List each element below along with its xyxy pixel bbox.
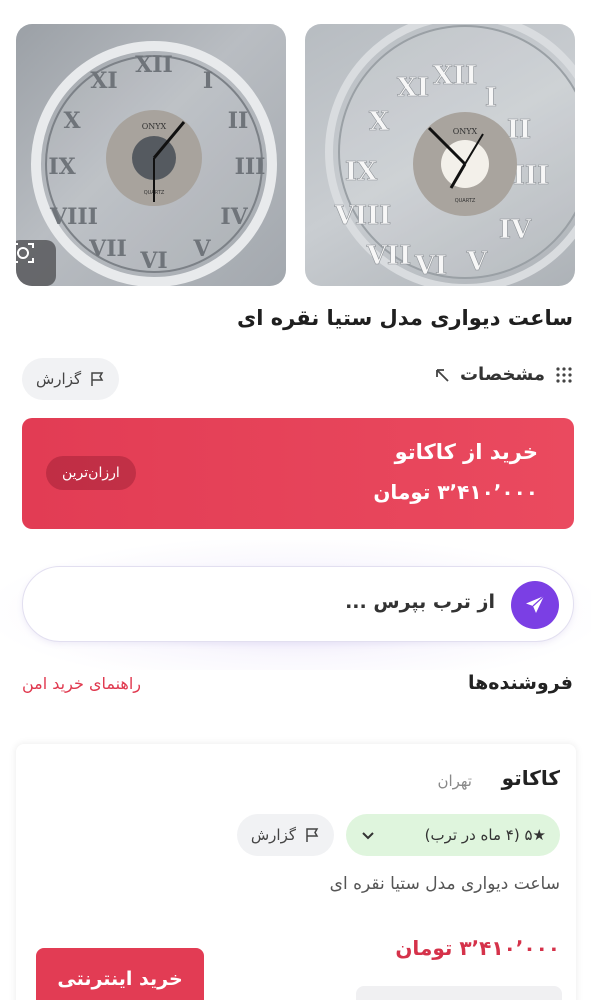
seller-report-button[interactable]: گزارش <box>236 814 334 856</box>
product-title: ساعت دیواری مدل ستیا نقره ای <box>237 306 573 330</box>
svg-text:ONYX: ONYX <box>142 122 167 131</box>
sellers-header: فروشنده‌ها راهنمای خرید امن <box>22 672 573 702</box>
seller-card: کاکاتو تهران ★۵ (۴ ماه در ترب) گزارش ساع… <box>16 744 576 1000</box>
svg-text:VII: VII <box>366 241 412 271</box>
product-actions-row: مشخصات گزارش <box>22 356 573 402</box>
product-image-1[interactable]: XIIIII IIIIVV VIVIIVIII IXXXI ONYX QUART… <box>16 24 286 286</box>
specs-link[interactable]: مشخصات <box>434 364 573 385</box>
svg-text:I: I <box>485 83 497 113</box>
svg-text:VIII: VIII <box>49 204 98 230</box>
svg-text:VI: VI <box>414 251 447 281</box>
svg-text:V: V <box>466 247 488 277</box>
send-button[interactable] <box>511 581 559 629</box>
svg-text:I: I <box>203 68 213 94</box>
clock-photo-right: XIIIII IIIIVV VIVIIVIII IXXXI ONYX QUART… <box>325 24 575 286</box>
seller-product-name: ساعت دیواری مدل ستیا نقره ای <box>329 874 560 894</box>
seller-report-label: گزارش <box>250 826 296 844</box>
svg-text:XI: XI <box>397 73 429 103</box>
svg-text:X: X <box>369 107 390 137</box>
svg-text:X: X <box>63 108 81 134</box>
ask-input[interactable]: از ترب بپرس ... <box>22 566 574 642</box>
seller-info-bar <box>356 986 562 1000</box>
svg-text:III: III <box>235 154 266 180</box>
best-offer-card[interactable]: خرید از کاکاتو ۳٬۴۱۰٬۰۰۰ تومان ارزان‌تری… <box>22 418 574 529</box>
report-label: گزارش <box>36 370 82 388</box>
chevron-down-icon <box>362 832 374 840</box>
flag-icon <box>91 372 104 386</box>
svg-text:VI: VI <box>139 248 167 274</box>
sellers-heading: فروشنده‌ها <box>467 672 573 694</box>
grid-dots-icon <box>556 366 572 383</box>
svg-text:VIII: VIII <box>334 201 392 231</box>
svg-text:ONYX: ONYX <box>453 127 478 136</box>
product-gallery[interactable]: XIIIII IIIIVV VIVIIVIII IXXXI ONYX QUART… <box>16 24 575 286</box>
svg-text:IV: IV <box>220 204 248 230</box>
seller-rating: ★۵ (۴ ماه در ترب) <box>424 826 546 844</box>
flag-icon <box>306 828 319 842</box>
svg-text:QUARTZ: QUARTZ <box>455 198 476 204</box>
svg-text:XII: XII <box>135 52 173 78</box>
product-image-2[interactable]: XII I II III IV V VI VII VIII IX X XI ONYX QUART… <box>305 24 575 286</box>
svg-text:V: V <box>192 236 211 262</box>
svg-text:XI: XI <box>90 68 117 94</box>
svg-text:III: III <box>513 161 550 191</box>
seller-rating-chip[interactable]: ★۵ (۴ ماه در ترب) <box>346 814 560 856</box>
best-offer-price: ۳٬۴۱۰٬۰۰۰ تومان <box>373 480 538 504</box>
svg-text:XII: XII <box>433 61 478 91</box>
svg-text:IX: IX <box>48 154 76 180</box>
best-offer-shop: خرید از کاکاتو <box>394 440 538 464</box>
seller-name[interactable]: کاکاتو <box>502 766 560 790</box>
arrow-up-left-icon <box>436 368 449 382</box>
cheapest-badge: ارزان‌ترین <box>46 456 136 490</box>
send-icon <box>526 595 545 613</box>
buy-online-button[interactable]: خرید اینترنتی <box>36 948 204 1000</box>
seller-price: ۳٬۴۱۰٬۰۰۰ تومان <box>395 936 560 960</box>
safe-buy-guide-link[interactable]: راهنمای خرید امن <box>22 674 141 693</box>
svg-text:IX: IX <box>345 157 378 187</box>
seller-city: تهران <box>437 772 472 790</box>
specs-label: مشخصات <box>459 364 545 385</box>
svg-text:II: II <box>228 108 249 134</box>
svg-text:IV: IV <box>499 215 532 245</box>
report-button[interactable]: گزارش <box>22 358 120 400</box>
camera-lens-icon <box>16 243 34 263</box>
ask-section: از ترب بپرس ... <box>0 540 591 670</box>
clock-photo-left: XIIIII IIIIVV VIVIIVIII IXXXI ONYX QUART… <box>31 41 277 286</box>
image-search-button[interactable] <box>16 240 56 286</box>
svg-text:VII: VII <box>88 236 127 262</box>
ask-placeholder: از ترب بپرس ... <box>345 591 495 613</box>
